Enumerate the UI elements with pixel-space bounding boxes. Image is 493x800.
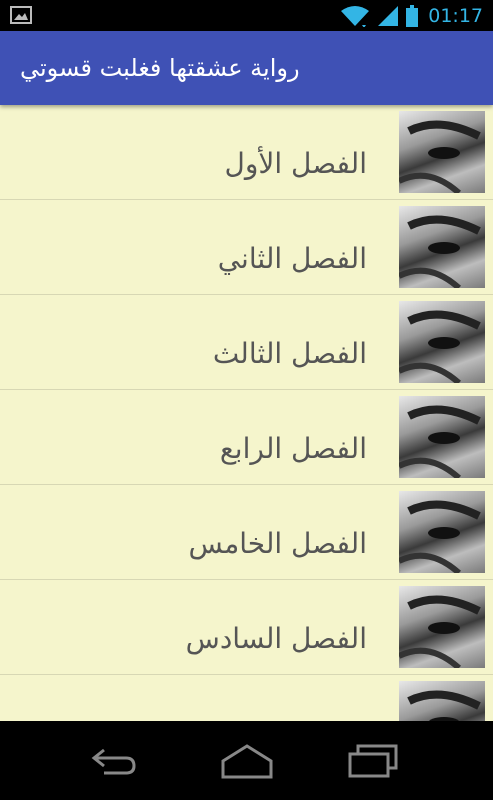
action-bar: رواية عشقتها فغلبت قسوتي bbox=[0, 31, 493, 105]
chapter-item-5[interactable]: الفصل الخامس bbox=[0, 485, 493, 580]
status-clock: 01:17 bbox=[428, 4, 483, 27]
chapter-item-7[interactable] bbox=[0, 675, 493, 721]
chapter-thumbnail bbox=[399, 491, 485, 573]
gallery-icon bbox=[10, 6, 32, 24]
recent-apps-button[interactable] bbox=[333, 735, 413, 787]
navigation-bar bbox=[0, 721, 493, 800]
back-icon bbox=[91, 748, 136, 775]
chapter-label: الفصل الخامس bbox=[188, 527, 367, 560]
chapter-thumbnail bbox=[399, 206, 485, 288]
chapter-label: الفصل السادس bbox=[185, 622, 367, 655]
chapter-thumbnail bbox=[399, 396, 485, 478]
app-title: رواية عشقتها فغلبت قسوتي bbox=[20, 54, 300, 82]
chapter-label: الفصل الأول bbox=[224, 147, 367, 180]
chapter-item-6[interactable]: الفصل السادس bbox=[0, 580, 493, 675]
home-button[interactable] bbox=[207, 735, 287, 787]
chapter-thumbnail bbox=[399, 681, 485, 721]
chapter-label: الفصل الرابع bbox=[219, 432, 367, 465]
chapter-item-1[interactable]: الفصل الأول bbox=[0, 105, 493, 200]
chapter-label: الفصل الثالث bbox=[212, 337, 367, 370]
home-icon bbox=[221, 744, 273, 779]
chapter-thumbnail bbox=[399, 301, 485, 383]
chapter-list[interactable]: الفصل الأول الفصل الثاني الفصل الثالث ال… bbox=[0, 105, 493, 721]
chapter-item-2[interactable]: الفصل الثاني bbox=[0, 200, 493, 295]
chapter-item-3[interactable]: الفصل الثالث bbox=[0, 295, 493, 390]
status-bar: 01:17 bbox=[0, 0, 493, 31]
battery-icon bbox=[406, 4, 419, 27]
recent-apps-icon bbox=[348, 744, 398, 778]
chapter-label: الفصل الثاني bbox=[217, 242, 367, 275]
chapter-thumbnail bbox=[399, 111, 485, 193]
chapter-item-4[interactable]: الفصل الرابع bbox=[0, 390, 493, 485]
back-button[interactable] bbox=[74, 735, 154, 787]
chapter-thumbnail bbox=[399, 586, 485, 668]
signal-icon bbox=[378, 5, 399, 26]
wifi-icon bbox=[341, 5, 370, 27]
